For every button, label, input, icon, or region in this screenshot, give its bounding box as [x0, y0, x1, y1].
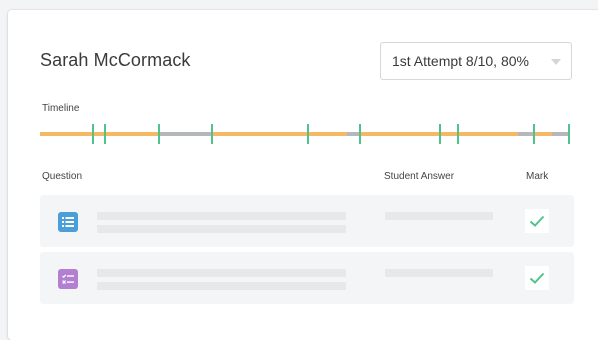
question-text-placeholder — [97, 269, 346, 277]
column-header-mark: Mark — [526, 171, 549, 182]
question-text-placeholder — [97, 282, 346, 290]
student-name: Sarah McCormack — [40, 50, 191, 70]
check-icon — [529, 272, 545, 284]
timeline-marker[interactable] — [568, 124, 570, 144]
mark-box — [525, 266, 549, 290]
timeline-marker[interactable] — [358, 124, 361, 144]
timeline-marker[interactable] — [211, 124, 214, 144]
attempt-card: Sarah McCormack 1st Attempt 8/10, 80% Ti… — [8, 10, 598, 340]
check-icon — [529, 215, 545, 227]
timeline-segment-active — [212, 132, 348, 136]
question-row[interactable] — [40, 195, 574, 247]
attempt-dropdown[interactable]: 1st Attempt 8/10, 80% — [380, 42, 572, 80]
timeline-bar — [40, 124, 570, 144]
timeline-marker[interactable] — [307, 124, 310, 144]
timeline-marker[interactable] — [92, 124, 94, 144]
timeline-marker[interactable] — [103, 124, 106, 144]
list-icon — [58, 212, 78, 232]
timeline-segment-idle — [518, 132, 534, 136]
question-text-placeholder — [97, 212, 346, 220]
timeline-marker[interactable] — [457, 124, 460, 144]
timeline-segment-active — [40, 132, 159, 136]
question-row[interactable] — [40, 252, 574, 304]
student-answer-placeholder — [385, 269, 493, 277]
timeline-segment-idle — [158, 132, 213, 136]
timeline-marker[interactable] — [438, 124, 441, 144]
column-header-question: Question — [42, 171, 83, 182]
timeline-marker[interactable] — [532, 124, 535, 144]
question-text-placeholder — [97, 225, 346, 233]
chevron-down-icon — [551, 59, 561, 65]
column-header-student-answer: Student Answer — [384, 171, 455, 182]
timeline-marker[interactable] — [157, 124, 160, 144]
student-answer-placeholder — [385, 212, 493, 220]
mark-box — [525, 209, 549, 233]
checklist-icon — [58, 269, 78, 289]
timeline-label: Timeline — [42, 103, 80, 114]
timeline-segment-active — [533, 132, 552, 136]
attempt-dropdown-value: 1st Attempt 8/10, 80% — [392, 53, 529, 69]
